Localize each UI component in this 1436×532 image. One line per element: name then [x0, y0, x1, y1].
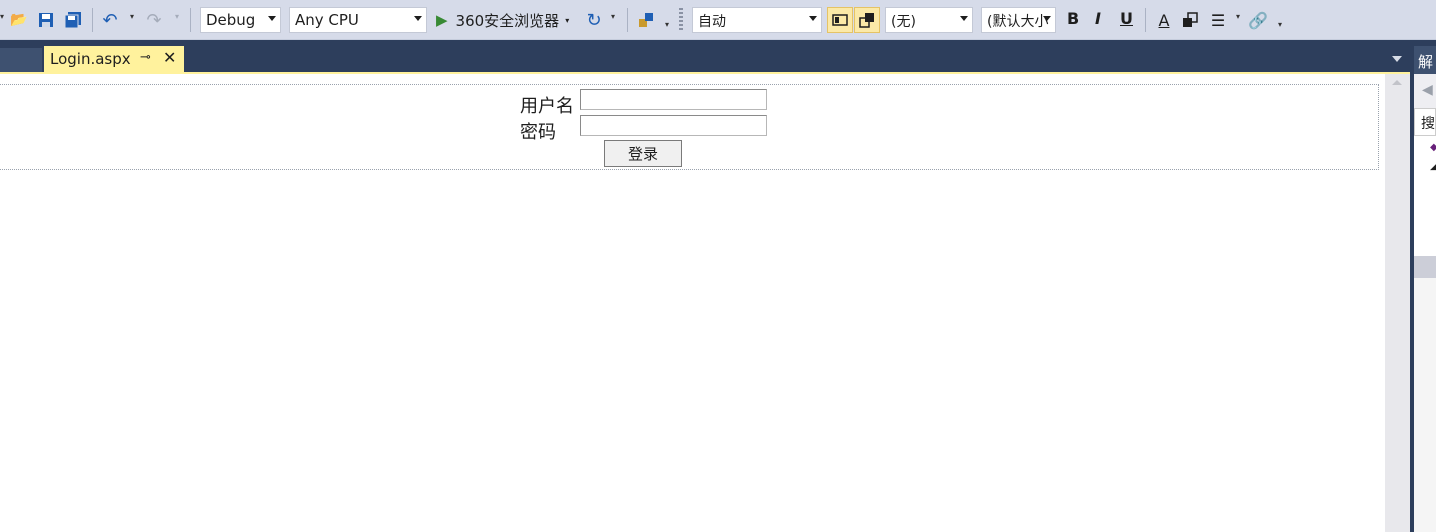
solution-explorer-panel: 解 ◀ 搜 ◆ ◢ — [1414, 46, 1436, 532]
block-format-select[interactable]: 自动 — [692, 7, 822, 33]
align-dropdown-icon[interactable]: ▾ — [1236, 12, 1240, 21]
panel-divider — [1414, 256, 1436, 278]
password-input[interactable] — [580, 115, 767, 136]
design-view-toggle[interactable] — [827, 7, 853, 33]
underline-button[interactable]: U — [1120, 9, 1133, 28]
panel-search[interactable]: 搜 — [1414, 108, 1436, 136]
overflow-icon[interactable]: ▾ — [1278, 20, 1282, 29]
redo-dropdown-icon: ▾ — [175, 12, 180, 21]
panel-title[interactable]: 解 — [1414, 46, 1436, 74]
grip-icon[interactable] — [679, 8, 683, 32]
solution-tree: ◆ ◢ — [1414, 136, 1436, 256]
position-icon — [859, 13, 874, 28]
open-folder-icon[interactable]: 📂 — [9, 10, 29, 30]
username-input[interactable] — [580, 89, 767, 110]
platform-value: Any CPU — [295, 11, 359, 29]
scroll-up-icon[interactable] — [1392, 80, 1402, 85]
italic-button[interactable]: I — [1095, 9, 1101, 28]
pin-icon[interactable]: ⊸ — [140, 50, 151, 65]
block-format-value: 自动 — [698, 14, 726, 30]
tab-overflow-icon[interactable] — [1392, 56, 1402, 62]
save-all-icon[interactable] — [63, 10, 83, 30]
vertical-scrollbar[interactable] — [1385, 74, 1410, 532]
font-size-select[interactable]: (默认大小 — [981, 7, 1056, 33]
refresh-dropdown-icon[interactable]: ▾ — [611, 12, 615, 21]
close-icon[interactable]: ✕ — [163, 48, 176, 67]
absolute-position-toggle[interactable] — [854, 7, 880, 33]
separator — [190, 8, 191, 32]
separator — [92, 8, 93, 32]
align-icon[interactable]: ☰ — [1208, 10, 1228, 30]
expand-icon[interactable]: ◢ — [1430, 162, 1436, 172]
tab-stub[interactable] — [0, 48, 42, 72]
chevron-down-icon — [414, 16, 422, 21]
font-size-value: (默认大小 — [987, 14, 1049, 30]
font-name-select[interactable]: (无) — [885, 7, 973, 33]
chevron-down-icon — [809, 16, 817, 21]
chevron-down-icon — [268, 16, 276, 21]
overflow-icon[interactable]: ▾ — [665, 20, 669, 29]
chevron-down-icon[interactable]: ▾ — [565, 16, 569, 25]
chevron-down-icon — [960, 16, 968, 21]
design-view-icon — [832, 14, 848, 26]
undo-dropdown-icon[interactable]: ▾ — [130, 12, 134, 21]
refresh-icon[interactable]: ↻ — [584, 10, 604, 31]
solution-icon[interactable]: ◆ — [1430, 142, 1436, 153]
panel-toolbar: ◀ — [1414, 74, 1436, 108]
find-icon[interactable] — [636, 10, 656, 30]
design-surface[interactable]: 用户名 密码 登录 — [0, 74, 1385, 532]
dropdown-arrow-icon[interactable]: ▾ — [0, 12, 4, 21]
toolbar: ▾ 📂 ↶ ▾ ↷ ▾ Debug Any CPU ▶ 360安全浏览器 ▾ ↻… — [0, 0, 1436, 40]
login-button[interactable]: 登录 — [604, 140, 682, 167]
platform-select[interactable]: Any CPU — [289, 7, 427, 33]
solution-config-value: Debug — [206, 11, 256, 29]
bold-button[interactable]: B — [1067, 9, 1079, 28]
separator — [1145, 8, 1146, 32]
username-label: 用户名 — [520, 96, 574, 117]
chevron-down-icon — [1043, 16, 1051, 21]
font-name-value: (无) — [891, 14, 916, 30]
password-label: 密码 — [520, 122, 556, 143]
back-icon[interactable]: ◀ — [1422, 82, 1433, 98]
undo-icon[interactable]: ↶ — [100, 10, 120, 31]
play-icon: ▶ — [436, 11, 448, 29]
separator — [627, 8, 628, 32]
link-icon[interactable]: 🔗 — [1248, 10, 1268, 30]
layer-icon[interactable] — [1180, 10, 1200, 30]
redo-icon: ↷ — [146, 9, 162, 31]
run-label: 360安全浏览器 — [455, 11, 560, 30]
save-icon[interactable] — [36, 10, 56, 30]
run-button[interactable]: ▶ 360安全浏览器 ▾ — [436, 7, 569, 33]
solution-config-select[interactable]: Debug — [200, 7, 281, 33]
document-tab-strip — [0, 40, 1410, 72]
font-color-icon[interactable]: A — [1154, 10, 1174, 30]
tab-login-aspx[interactable]: Login.aspx ⊸ ✕ — [44, 46, 184, 72]
tab-label: Login.aspx — [50, 50, 131, 68]
